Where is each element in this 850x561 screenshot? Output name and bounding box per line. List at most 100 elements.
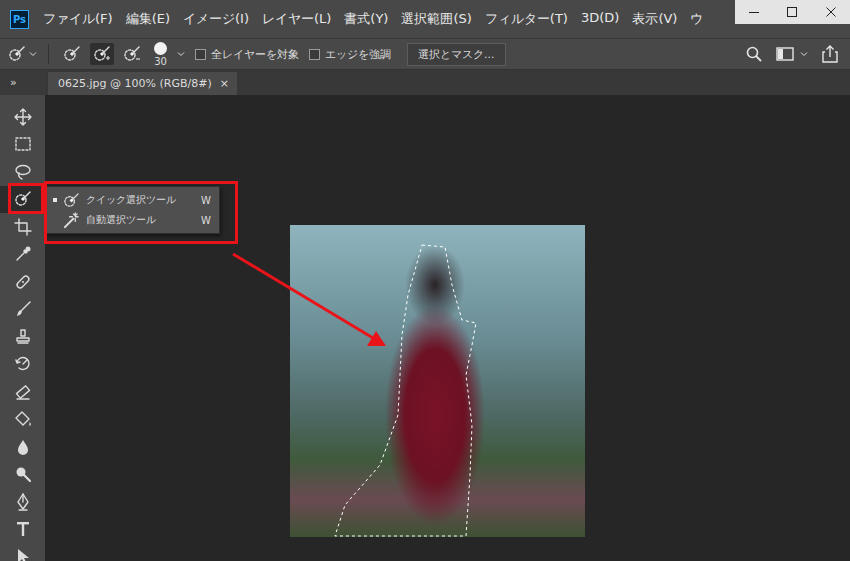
magicwand-icon	[63, 212, 80, 229]
selected-bullet	[53, 218, 57, 222]
menu-item[interactable]: ウ	[690, 10, 703, 28]
flyout-item[interactable]: 自動選択ツール W	[47, 210, 219, 230]
options-bar: 30 全レイヤーを対象 エッジを強調 選択とマスク...	[0, 38, 850, 70]
quickselect-icon	[63, 192, 80, 209]
shortcut-key: W	[201, 215, 211, 226]
app-logo: Ps	[10, 10, 29, 29]
share-button[interactable]	[822, 45, 838, 63]
selection-mode-button[interactable]	[60, 43, 84, 65]
close-button[interactable]	[825, 6, 837, 18]
crop-icon	[14, 218, 32, 236]
menu-item[interactable]: 書式(Y)	[344, 10, 388, 28]
select-and-mask-button[interactable]: 選択とマスク...	[407, 43, 506, 66]
minimize-button[interactable]	[748, 6, 760, 18]
menu-item[interactable]: 選択範囲(S)	[401, 10, 471, 28]
document-tab-strip: 0625.jpg @ 100% (RGB/8#) ×	[45, 70, 850, 95]
menu-item[interactable]: ファイル(F)	[43, 10, 113, 28]
tool-button[interactable]	[0, 213, 45, 241]
tool-button[interactable]	[0, 543, 45, 561]
checkbox-option[interactable]: 全レイヤーを対象	[195, 47, 299, 62]
canvas	[45, 95, 850, 561]
tool-button[interactable]	[0, 406, 45, 434]
flyout-item-label: クイック選択ツール	[86, 193, 195, 207]
tool-button[interactable]	[0, 323, 45, 351]
tool-preset-picker[interactable]	[8, 45, 37, 63]
checkbox-label: 全レイヤーを対象	[211, 47, 299, 62]
dodge-icon	[14, 465, 32, 483]
healing-icon	[14, 273, 32, 291]
menu-item[interactable]: 表示(V)	[632, 10, 677, 28]
document-photo	[290, 225, 585, 537]
panel-toggle[interactable]: »	[10, 76, 17, 89]
tool-button[interactable]	[0, 433, 45, 461]
marquee-icon	[14, 135, 32, 153]
search-button[interactable]	[746, 46, 762, 62]
checkbox[interactable]	[309, 49, 320, 60]
document-tab[interactable]: 0625.jpg @ 100% (RGB/8#) ×	[48, 72, 237, 95]
tool-button[interactable]	[0, 158, 45, 186]
tool-button[interactable]	[0, 296, 45, 324]
selection-mode-button[interactable]	[120, 43, 144, 65]
separator	[48, 44, 49, 64]
window-controls	[735, 0, 850, 24]
brush-size-picker[interactable]: 30	[154, 42, 167, 67]
quickselect-icon	[14, 190, 32, 208]
workspace-button[interactable]	[776, 47, 808, 61]
menu-item[interactable]: レイヤー(L)	[262, 10, 331, 28]
brush-icon	[14, 300, 32, 318]
tool-button[interactable]	[0, 241, 45, 269]
document-tab-label: 0625.jpg @ 100% (RGB/8#)	[58, 77, 212, 90]
annotation-arrow-icon	[0, 0, 850, 561]
tool-highlight-box	[8, 183, 44, 214]
checkbox-label: エッジを強調	[325, 47, 391, 62]
bucket-icon	[14, 410, 32, 428]
tool-button[interactable]	[0, 461, 45, 489]
tool-button[interactable]	[0, 488, 45, 516]
menu-item[interactable]: イメージ(I)	[183, 10, 249, 28]
type-icon	[14, 520, 32, 538]
eyedropper-icon	[14, 245, 32, 263]
tool-button[interactable]	[0, 516, 45, 544]
menu-item[interactable]: 3D(D)	[581, 10, 619, 28]
quick-select-icon	[93, 45, 111, 63]
close-icon	[825, 6, 837, 18]
maximize-button[interactable]	[786, 6, 798, 18]
menu-list: ファイル(F) 編集(E) イメージ(I) レイヤー(L) 書式(Y) 選択範囲(S) フィ…	[43, 10, 735, 28]
menu-bar: Ps ファイル(F) 編集(E) イメージ(I) レイヤー(L) 書式(Y) 選択範囲(S)…	[0, 0, 850, 38]
tool-button[interactable]	[0, 268, 45, 296]
chevron-down-icon	[800, 50, 808, 58]
tool-button[interactable]	[0, 186, 45, 214]
flyout-item-label: 自動選択ツール	[86, 213, 195, 227]
pathselect-icon	[14, 548, 32, 561]
toolbar-header: »	[0, 70, 45, 95]
lasso-icon	[14, 163, 32, 181]
quick-select-icon	[8, 45, 26, 63]
eraser-icon	[14, 383, 32, 401]
checkbox[interactable]	[195, 49, 206, 60]
document-area: 0625.jpg @ 100% (RGB/8#) ×	[45, 70, 850, 561]
pen-icon	[14, 493, 32, 511]
tab-close-button[interactable]: ×	[220, 77, 229, 90]
stamp-icon	[14, 328, 32, 346]
historybrush-icon	[14, 355, 32, 373]
selected-bullet	[53, 198, 57, 202]
workspace-icon	[776, 47, 794, 61]
checkbox-option[interactable]: エッジを強調	[309, 47, 391, 62]
share-icon	[822, 45, 838, 63]
tool-button[interactable]	[0, 103, 45, 131]
selection-outline	[290, 225, 585, 537]
flyout-highlight-box	[44, 181, 238, 244]
menu-item[interactable]: 編集(E)	[126, 10, 170, 28]
selection-mode-button[interactable]	[90, 43, 114, 65]
chevron-down-icon	[29, 50, 37, 58]
flyout-item[interactable]: クイック選択ツール W	[47, 190, 219, 210]
menu-item[interactable]: フィルター(T)	[485, 10, 568, 28]
shortcut-key: W	[201, 195, 211, 206]
brush-preview	[154, 42, 167, 55]
toolbar: »	[0, 70, 45, 561]
tool-flyout-menu: クイック選択ツール W 自動選択ツール W	[46, 186, 220, 234]
search-icon	[746, 46, 762, 62]
tool-button[interactable]	[0, 131, 45, 159]
tool-button[interactable]	[0, 351, 45, 379]
tool-button[interactable]	[0, 378, 45, 406]
